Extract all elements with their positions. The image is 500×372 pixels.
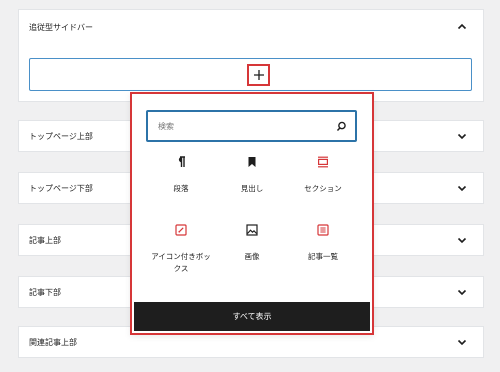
block-label: 画像: [244, 252, 260, 261]
panel-title: 関連記事上部: [29, 337, 77, 347]
chevron-up-icon[interactable]: [455, 20, 469, 34]
panel-title: 追従型サイドバー: [29, 22, 93, 32]
block-label: 見出し: [240, 184, 264, 193]
block-item-post-list[interactable]: 記事一覧: [288, 222, 358, 263]
icon-box-icon: [173, 222, 189, 238]
panel-title: トップページ上部: [29, 131, 93, 141]
search-placeholder[interactable]: 検索: [158, 121, 174, 132]
widget-area-panel: 追従型サイドバー: [18, 9, 484, 102]
panel-title: 記事下部: [29, 287, 61, 297]
post-list-icon: [315, 222, 331, 238]
block-item-paragraph[interactable]: 段落: [146, 154, 216, 195]
panel-title: 記事上部: [29, 235, 61, 245]
plus-icon: [253, 70, 264, 80]
show-all-button[interactable]: すべて表示: [134, 302, 370, 331]
chevron-down-icon[interactable]: [455, 285, 469, 299]
block-item-section[interactable]: セクション: [288, 154, 358, 195]
panel-header[interactable]: 追従型サイドバー: [19, 10, 483, 44]
chevron-down-icon[interactable]: [455, 181, 469, 195]
panel-title: トップページ下部: [29, 183, 93, 193]
block-search-input[interactable]: 検索: [146, 110, 357, 142]
block-item-icon-box[interactable]: アイコン付きボックス: [146, 222, 216, 275]
block-item-image[interactable]: 画像: [217, 222, 287, 263]
section-icon: [315, 154, 331, 170]
paragraph-icon: [173, 154, 189, 170]
block-label: 記事一覧: [308, 252, 338, 261]
block-label: 段落: [173, 184, 189, 193]
heading-bookmark-icon: [244, 154, 260, 170]
chevron-down-icon[interactable]: [455, 335, 469, 349]
block-appender-area[interactable]: [29, 58, 472, 91]
block-label: セクション: [304, 184, 342, 193]
block-item-heading[interactable]: 見出し: [217, 154, 287, 195]
block-label: アイコン付きボックス: [151, 252, 211, 273]
search-icon: [336, 117, 347, 136]
chevron-down-icon[interactable]: [455, 233, 469, 247]
image-icon: [244, 222, 260, 238]
add-block-button[interactable]: [247, 64, 270, 86]
chevron-down-icon[interactable]: [455, 129, 469, 143]
block-inserter-popover: 検索 段落 見出し セクション アイコン付きボックス 画像 記事一覧 すべて表示: [130, 92, 374, 335]
